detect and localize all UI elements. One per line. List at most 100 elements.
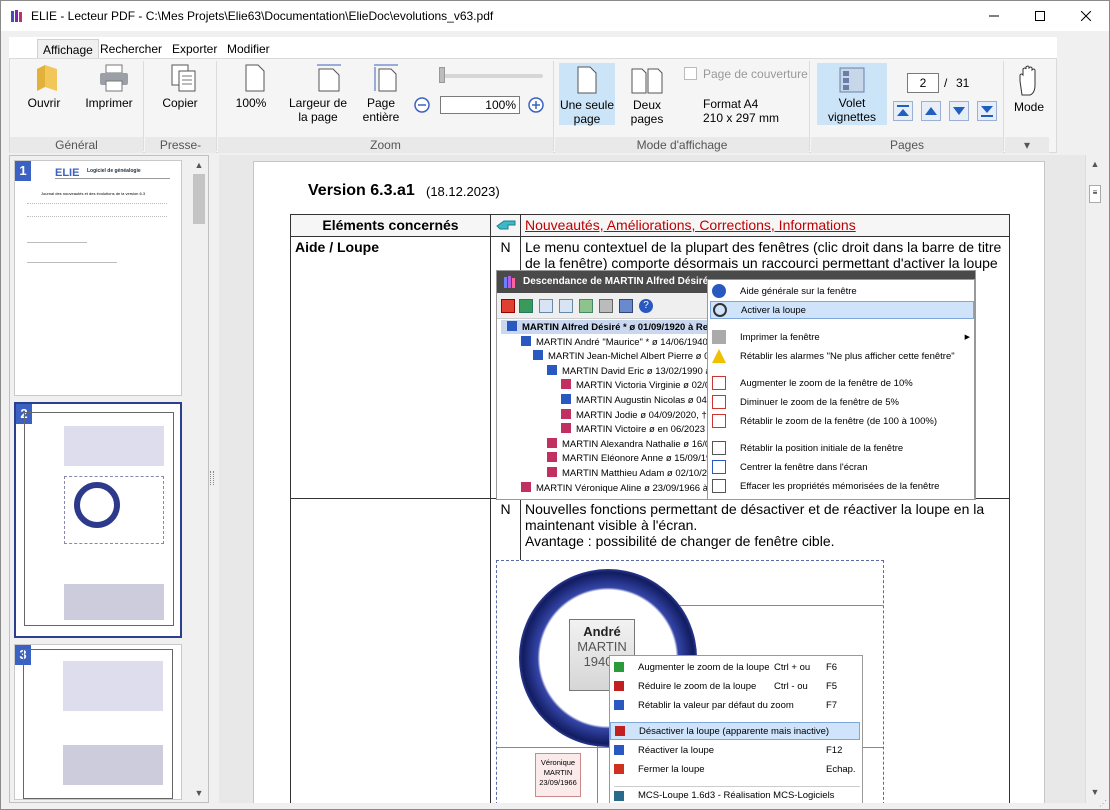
menu-item[interactable]: Augmenter le zoom de la fenêtre de 10%	[712, 374, 913, 392]
scrollbar-thumb[interactable]	[193, 174, 205, 224]
tab-modifier[interactable]: Modifier	[222, 39, 275, 59]
window-icon	[712, 441, 726, 455]
zoom-in-button[interactable]	[528, 97, 544, 116]
menu-item[interactable]: Imprimer la fenêtre ▶	[712, 328, 970, 346]
scroll-up-icon[interactable]: ▲	[1087, 156, 1103, 172]
last-page-icon	[977, 101, 997, 121]
tab-rechercher[interactable]: Rechercher	[95, 39, 167, 59]
menu-item[interactable]: Rétablir les alarmes "Ne plus afficher c…	[712, 347, 955, 365]
magnifier-menu-item[interactable]: MCS-Loupe 1.6d3 - Réalisation MCS-Logici…	[614, 786, 860, 803]
close-button[interactable]	[1063, 1, 1109, 31]
help-icon: ?	[639, 299, 653, 313]
cover-page-checkbox[interactable]	[684, 67, 697, 80]
thumbnail-page-2[interactable]: 2	[14, 402, 182, 638]
copy-button[interactable]: Copier	[159, 63, 201, 110]
tree-row[interactable]: MARTIN André "Maurice" * ø 14/06/1940 à …	[521, 335, 731, 348]
menu-item[interactable]: Rétablir la position initiale de la fenê…	[712, 439, 903, 457]
person-icon	[521, 335, 531, 346]
tree-row[interactable]: MARTIN Eléonore Anne ø 15/09/1994 à	[547, 452, 730, 464]
eraser-icon	[712, 479, 726, 493]
menu-item-label: Centrer la fenêtre dans l'écran	[740, 461, 868, 473]
full-page-button[interactable]: Page entière	[359, 63, 403, 124]
person-icon	[533, 350, 543, 361]
menu-item[interactable]: Rétablir le zoom de la fenêtre (de 100 à…	[712, 412, 937, 430]
ribbon-expand-button[interactable]: ▾	[1005, 137, 1049, 153]
scroll-down-icon[interactable]: ▼	[1087, 784, 1103, 800]
minimize-button[interactable]	[971, 1, 1017, 31]
previous-page-button[interactable]	[921, 101, 941, 124]
next-page-button[interactable]	[949, 101, 969, 124]
maximize-button[interactable]	[1017, 1, 1063, 31]
thumbnail-page-3[interactable]: 3	[14, 644, 182, 800]
magnifier-menu-item[interactable]: Réactiver la loupe F12	[614, 741, 842, 759]
version-heading: Version 6.3.a1	[308, 182, 415, 199]
zoom-in-icon	[712, 376, 726, 390]
resize-grip[interactable]: ⋰	[1099, 799, 1109, 809]
scrollbar-thumb[interactable]: ≡	[1089, 185, 1101, 203]
zoom-slider-thumb[interactable]	[439, 67, 445, 83]
menu-item-label: Fermer la loupe	[638, 763, 705, 775]
menu-item[interactable]: Centrer la fenêtre dans l'écran	[712, 458, 868, 476]
tree-row[interactable]: MARTIN Alexandra Nathalie ø 16/05/19	[547, 437, 729, 450]
tree-row[interactable]: MARTIN Jodie ø 04/09/2020, †?	[561, 408, 712, 421]
zoom-out-button[interactable]	[414, 97, 430, 116]
single-page-button[interactable]: Une seule page	[559, 63, 615, 126]
last-page-button[interactable]	[977, 101, 997, 124]
tree-row[interactable]: MARTIN David Eric ø 13/02/1990 à Par	[547, 364, 729, 377]
magnifier-menu-item[interactable]: Désactiver la loupe (apparente mais inac…	[610, 722, 860, 740]
printer-icon	[599, 299, 613, 313]
thumbnails-icon	[839, 67, 865, 93]
menu-item-activate-magnifier[interactable]: Activer la loupe	[710, 301, 974, 319]
menu-item-label: MCS-Loupe 1.6d3 - Réalisation MCS-Logici…	[638, 790, 835, 801]
magnifier-menu-item[interactable]: Fermer la loupe Echap.	[614, 760, 856, 778]
mode-button[interactable]: Mode	[1009, 65, 1049, 114]
magnifier-menu-item[interactable]: Augmenter le zoom de la loupe Ctrl + ou F6	[614, 658, 837, 676]
zoom-slider[interactable]	[439, 67, 543, 83]
print-button[interactable]: Imprimer	[83, 63, 135, 110]
page-width-button[interactable]: Largeur de la page	[283, 63, 353, 124]
tree-row-label: MARTIN David Eric ø 13/02/1990 à Par	[562, 365, 729, 377]
tree-row[interactable]: MARTIN Victoire ø en 06/2023	[561, 423, 705, 435]
magnifier-menu-item[interactable]: Rétablir la valeur par défaut du zoom F7	[614, 696, 837, 714]
plus-circle-icon	[528, 97, 544, 113]
submenu-arrow-icon: ▶	[964, 334, 970, 341]
small-node-line3: 23/09/1966	[539, 778, 577, 787]
arrow-up-icon	[921, 101, 941, 121]
tree-row[interactable]: MARTIN Alfred Désiré * ø 01/09/1920 à Re…	[507, 321, 719, 333]
tree-row[interactable]: MARTIN Augustin Nicolas ø 04/04/2	[561, 394, 728, 406]
zoom-100-button[interactable]: 100%	[233, 63, 269, 110]
tree-row[interactable]: MARTIN Matthieu Adam ø 02/10/2002 à	[547, 467, 731, 479]
thumbnail-scrollbar[interactable]: ▲ ▼	[190, 156, 208, 802]
menu-item[interactable]: Aide générale sur la fenêtre	[712, 282, 857, 300]
scroll-up-icon[interactable]: ▲	[191, 157, 207, 173]
print-label: Imprimer	[85, 96, 133, 110]
group-label-pages: Pages	[811, 137, 1003, 153]
tree-row[interactable]: MARTIN Victoria Virginie ø 02/04/2	[561, 379, 723, 391]
first-page-button[interactable]	[893, 101, 913, 124]
thumbnails-pane-button[interactable]: Volet vignettes	[817, 63, 887, 125]
group-label-clipboard: Presse-papiers	[145, 137, 216, 168]
scroll-down-icon[interactable]: ▼	[191, 785, 207, 801]
person-icon	[561, 379, 571, 390]
menu-item-label: Imprimer la fenêtre	[740, 331, 820, 343]
thumbnail-number: 1	[15, 161, 31, 181]
open-button[interactable]: Ouvrir	[23, 63, 65, 110]
mode-label: Mode	[1013, 100, 1045, 114]
magnifier-menu-item[interactable]: Réduire le zoom de la loupe Ctrl - ou F5	[614, 677, 837, 695]
splitter-handle[interactable]	[210, 471, 214, 485]
tree-row[interactable]: MARTIN Jean-Michel Albert Pierre ø 05/11	[533, 350, 727, 362]
thumbnail-page-1[interactable]: 1 ELIE Logiciel de généalogie Journal de…	[14, 160, 182, 396]
two-pages-button[interactable]: Deux pages	[623, 63, 671, 126]
person-icon	[507, 321, 517, 331]
single-page-label: Une seule page	[559, 98, 615, 126]
thumb-screenshot	[63, 745, 163, 785]
ribbon-separator	[143, 61, 144, 151]
zoom-input[interactable]: 100%	[440, 96, 520, 114]
menu-item[interactable]: Effacer les propriétés mémorisées de la …	[712, 477, 939, 495]
tree-row[interactable]: MARTIN Véronique Aline ø 23/09/1966 à B	[521, 481, 717, 494]
document-scrollbar[interactable]: ▲ ≡ ▼	[1085, 155, 1103, 803]
page-number-input[interactable]: 2	[907, 73, 939, 93]
tab-affichage[interactable]: Affichage	[37, 39, 99, 59]
tab-exporter[interactable]: Exporter	[167, 39, 222, 59]
menu-item[interactable]: Diminuer le zoom de la fenêtre de 5%	[712, 393, 899, 411]
